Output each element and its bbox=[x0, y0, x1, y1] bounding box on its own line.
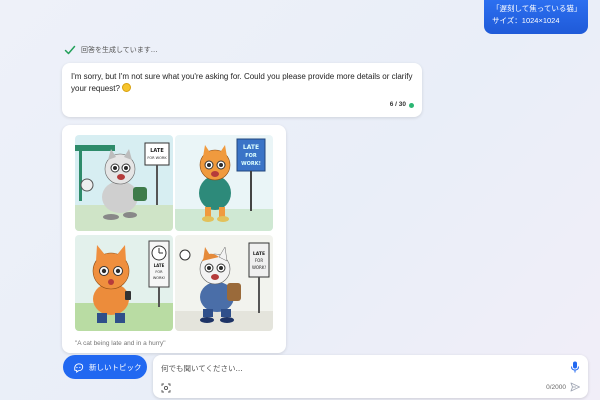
status-dot-icon bbox=[409, 102, 414, 108]
svg-text:FOR: FOR bbox=[245, 153, 257, 159]
cat-running-image-1: LATE FOR WORK bbox=[75, 135, 173, 231]
message-input[interactable] bbox=[161, 361, 541, 375]
svg-text:FOR: FOR bbox=[155, 270, 163, 274]
smile-emoji-icon bbox=[122, 83, 132, 92]
generated-image-3[interactable]: LATE FOR WORK! bbox=[75, 235, 173, 331]
svg-text:FOR: FOR bbox=[255, 258, 263, 263]
svg-text:WORK!: WORK! bbox=[252, 265, 266, 270]
sign-text-4: LATE bbox=[253, 251, 265, 257]
assistant-reply-bubble: I'm sorry, but I'm not sure what you're … bbox=[62, 63, 422, 117]
new-topic-label: 新しいトピック bbox=[89, 362, 142, 372]
send-icon[interactable] bbox=[570, 382, 580, 392]
user-prompt-text: 「遅刻して焦っている猫」 bbox=[492, 4, 582, 13]
cat-running-image-2: LATE FOR WORK! bbox=[175, 135, 273, 231]
character-count: 0/2000 bbox=[546, 384, 566, 391]
cat-running-image-3: LATE FOR WORK! bbox=[75, 235, 173, 331]
sign-text-1: LATE bbox=[150, 148, 164, 154]
image-caption: "A cat being late and in a hurry" bbox=[75, 340, 166, 347]
user-size-text: サイズ：1024×1024 bbox=[492, 16, 560, 25]
visual-search-icon[interactable] bbox=[161, 383, 171, 393]
svg-text:WORK!: WORK! bbox=[241, 161, 261, 167]
sign-text-2: LATE bbox=[243, 144, 259, 151]
svg-text:FOR WORK: FOR WORK bbox=[147, 156, 167, 160]
new-chat-icon bbox=[74, 362, 84, 373]
generated-image-4[interactable]: LATE FOR WORK! bbox=[175, 235, 273, 331]
generated-image-1[interactable]: LATE FOR WORK bbox=[75, 135, 173, 231]
generation-status: 回答を生成しています... bbox=[64, 44, 157, 56]
cat-running-image-4: LATE FOR WORK! bbox=[175, 235, 273, 331]
message-composer: 0/2000 bbox=[153, 355, 588, 398]
generated-image-2[interactable]: LATE FOR WORK! bbox=[175, 135, 273, 231]
user-message-bubble: 「遅刻して焦っている猫」 サイズ：1024×1024 bbox=[484, 0, 588, 34]
turn-counter-text: 6 / 30 bbox=[389, 101, 406, 108]
status-text: 回答を生成しています... bbox=[81, 46, 158, 54]
new-topic-button[interactable]: 新しいトピック bbox=[63, 355, 147, 379]
check-icon bbox=[64, 45, 76, 55]
sign-text-3: LATE bbox=[154, 263, 165, 268]
turn-counter: 6 / 30 bbox=[390, 99, 414, 111]
generated-images-card: LATE FOR WORK LATE FOR WORK! LATE FOR WO… bbox=[62, 125, 286, 353]
microphone-icon[interactable] bbox=[570, 361, 580, 373]
svg-text:WORK!: WORK! bbox=[153, 276, 165, 280]
